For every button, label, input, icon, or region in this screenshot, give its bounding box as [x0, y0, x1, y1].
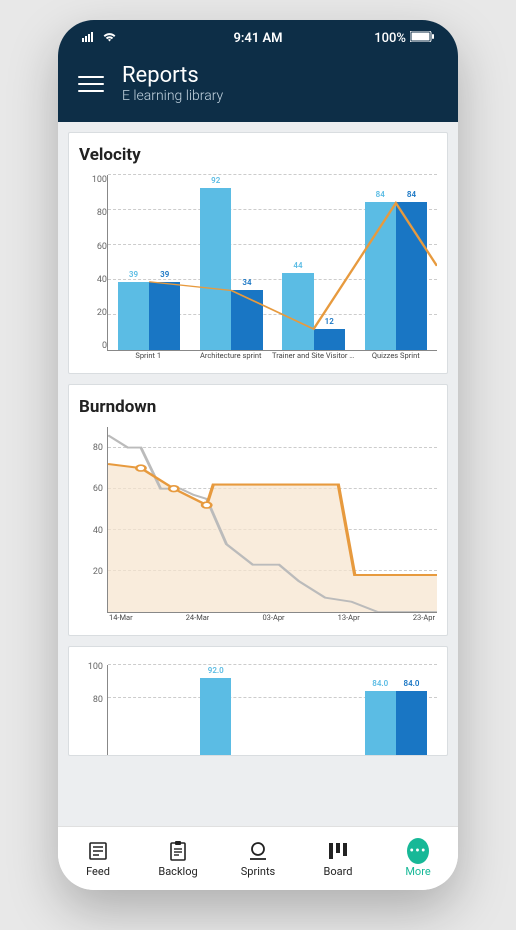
content-scroll[interactable]: Velocity 0 20 40 60 80 100 [58, 122, 458, 826]
bar-completed-1: 34 [231, 290, 262, 350]
bottom-tab-bar: Feed Backlog Sprints Board ••• More [58, 826, 458, 890]
signal-icon [82, 31, 98, 46]
velocity-title: Velocity [79, 145, 437, 165]
sprints-icon [247, 840, 269, 862]
bar-completed-2: 12 [314, 329, 345, 350]
tab-board-label: Board [324, 865, 353, 878]
velocity-chart: 0 20 40 60 80 100 39 39 [79, 175, 437, 365]
bar-committed-3: 84 [365, 202, 396, 350]
app-header: Reports E learning library [58, 56, 458, 122]
tab-more[interactable]: ••• More [378, 827, 458, 890]
burndown-plot [107, 427, 437, 613]
page-subtitle: E learning library [122, 88, 223, 104]
tab-backlog[interactable]: Backlog [138, 827, 218, 890]
bar-completed-0: 39 [149, 282, 180, 351]
feed-icon [87, 840, 109, 862]
tab-sprints-label: Sprints [241, 865, 275, 878]
phone-frame: 9:41 AM 100% Reports E learning library … [58, 20, 458, 890]
tab-feed[interactable]: Feed [58, 827, 138, 890]
wifi-icon [102, 31, 117, 46]
velocity-chart-2: 100 80 92.0 84.0 84.0 [79, 665, 437, 756]
burndown-chart: 20 40 60 80 [79, 427, 437, 627]
bar-completed-3: 84 [396, 202, 427, 350]
bar2-completed-3: 84.0 [396, 691, 427, 756]
tab-backlog-label: Backlog [158, 865, 197, 878]
menu-icon[interactable] [78, 71, 104, 97]
page-title: Reports [122, 64, 223, 88]
velocity-x-labels: Sprint 1 Architecture sprint Trainer and… [107, 351, 437, 365]
battery-icon [410, 31, 434, 46]
status-time: 9:41 AM [233, 31, 282, 46]
tab-more-label: More [405, 865, 430, 878]
tab-board[interactable]: Board [298, 827, 378, 890]
tab-feed-label: Feed [86, 865, 110, 878]
burndown-title: Burndown [79, 397, 437, 417]
velocity-y-axis: 0 20 40 60 80 100 [79, 175, 107, 365]
board-icon [327, 840, 349, 862]
bar-committed-1: 92 [200, 188, 231, 350]
velocity-card: Velocity 0 20 40 60 80 100 [68, 132, 448, 374]
battery-percent: 100% [374, 31, 406, 46]
burndown-lines [108, 427, 437, 612]
status-right: 100% [374, 31, 434, 46]
bar-committed-0: 39 [118, 282, 149, 351]
bar2-committed-1: 92.0 [200, 678, 231, 756]
bar2-committed-3: 84.0 [365, 691, 396, 756]
status-left [82, 31, 117, 46]
header-titles: Reports E learning library [122, 64, 223, 104]
status-bar: 9:41 AM 100% [58, 20, 458, 56]
velocity-card-2: 100 80 92.0 84.0 84.0 [68, 646, 448, 756]
velocity2-y-axis: 100 80 [79, 665, 107, 756]
tab-sprints[interactable]: Sprints [218, 827, 298, 890]
bar-committed-2: 44 [282, 273, 313, 350]
velocity2-plot: 92.0 84.0 84.0 [107, 665, 437, 756]
burndown-card: Burndown 20 40 60 80 [68, 384, 448, 636]
burndown-x-labels: 14-Mar 24-Mar 03-Apr 13-Apr 23-Apr [107, 613, 437, 627]
burndown-y-axis: 20 40 60 80 [79, 427, 107, 627]
more-icon: ••• [407, 840, 429, 862]
backlog-icon [167, 840, 189, 862]
velocity-plot: 39 39 92 34 44 12 84 84 [107, 175, 437, 351]
